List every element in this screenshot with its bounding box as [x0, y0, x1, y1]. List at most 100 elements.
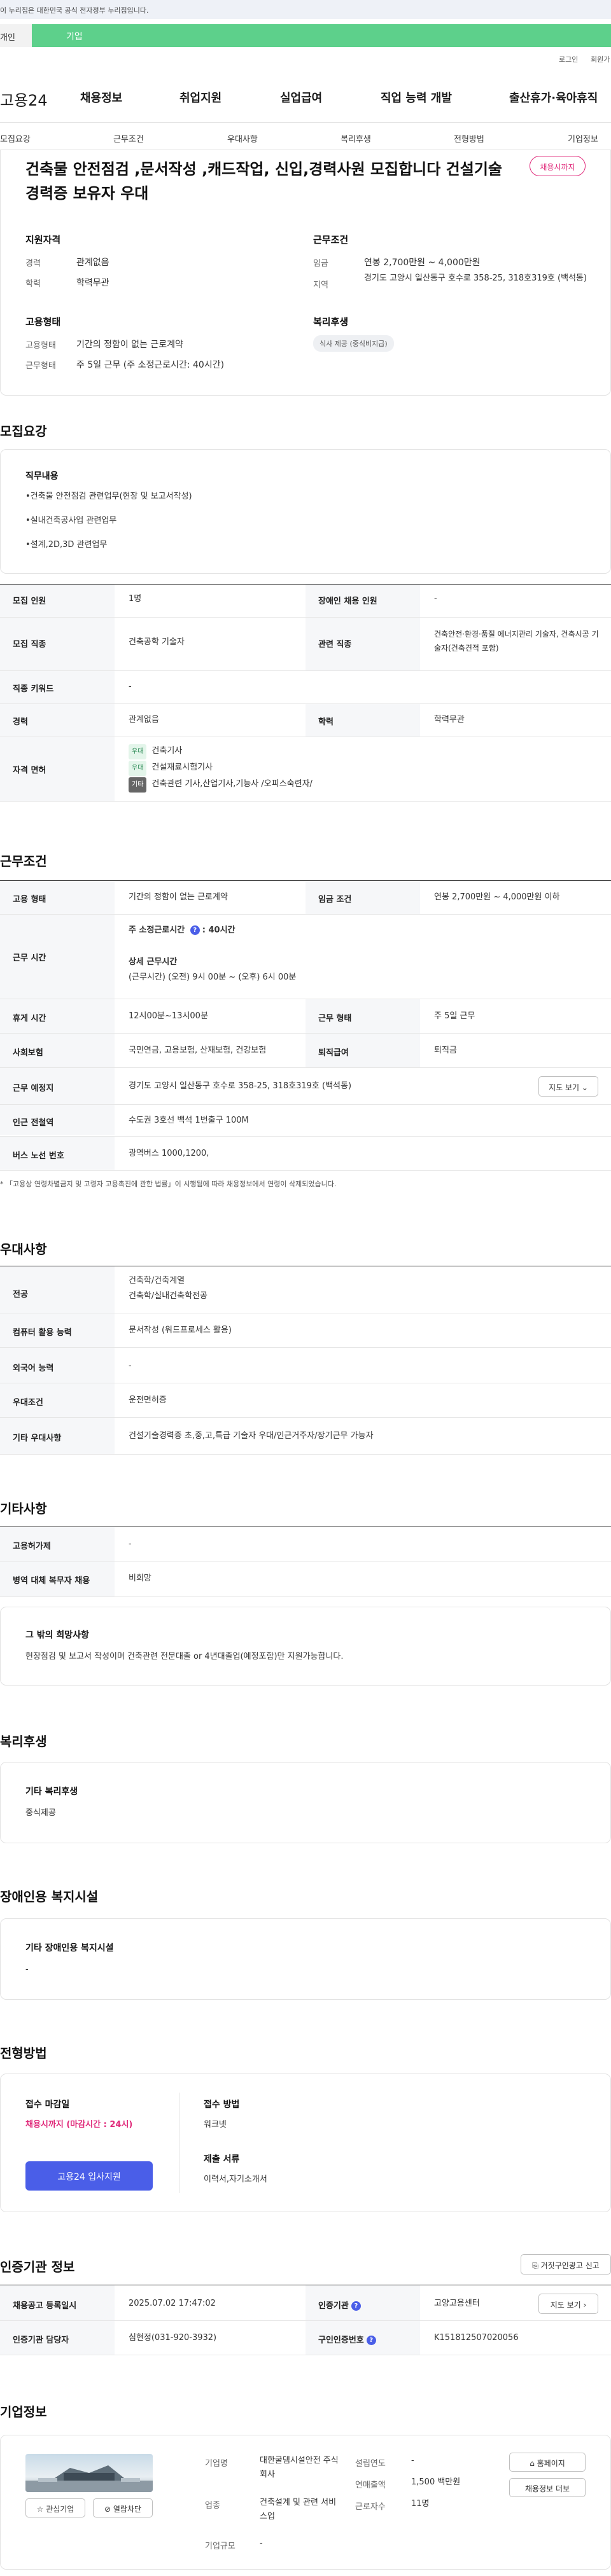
- docs-heading: 제출 서류: [204, 2154, 240, 2164]
- gnb-item-jobs[interactable]: 채용정보: [80, 89, 122, 106]
- edu-row-label: 학력: [318, 717, 334, 727]
- size-label: 기업규모: [205, 2542, 235, 2551]
- other-head-bg: [0, 1527, 115, 1597]
- rest-value: 12시00분~13시00분: [129, 1011, 208, 1021]
- more-jobs-label: 채용정보 더보: [524, 2484, 570, 2493]
- number-label-text: 구인인증번호: [318, 2336, 364, 2345]
- site-logo[interactable]: 고용24: [0, 88, 48, 110]
- subnav-company[interactable]: 기업정보: [568, 132, 598, 144]
- help-icon[interactable]: ?: [190, 925, 200, 935]
- emp-label: 고용 형태: [13, 895, 46, 904]
- education-label: 학력: [25, 279, 41, 289]
- related-label: 관련 직종: [318, 640, 352, 649]
- star-icon: ☆: [36, 2505, 44, 2514]
- retire-value: 퇴직금: [434, 1046, 457, 1055]
- user-type-tabs: 개인 기업: [0, 24, 611, 47]
- other-section-title: 기타사항: [0, 1501, 47, 1516]
- employment-type-label: 고용형태: [25, 341, 56, 350]
- job-title: 건축물 안전점검 ,문서작성 ,캐드작업, 신입,경력사원 모집합니다 건설기술…: [25, 160, 502, 202]
- gnb-item-employment-support[interactable]: 취업지원: [179, 89, 221, 106]
- chevron-down-icon: ⌄: [581, 1083, 588, 1092]
- weekly-hours-text: 주 소정근로시간: [129, 925, 188, 935]
- wish-card: [0, 1607, 611, 1686]
- major-value: 건축학/실내건축학전공: [129, 1291, 207, 1301]
- company-name-value: 대한굴뎀시설안전 주식회사: [260, 2456, 339, 2479]
- welfare-card-heading: 기타 복리후생: [25, 1787, 78, 1797]
- license-tag: 우대: [129, 744, 147, 759]
- license-name: 건축관련 기사,산업기사,기능사 /오피스숙련자/: [151, 779, 313, 789]
- emp-value: 기간의 정함이 없는 근로계약: [129, 892, 228, 902]
- reg-label: 채용공고 등록일시: [13, 2301, 77, 2311]
- gnb-item-training[interactable]: 직업 능력 개발: [381, 89, 452, 106]
- more-jobs-button[interactable]: 채용정보 더보: [509, 2478, 586, 2497]
- welfare-section-title: 복리후생: [0, 1734, 47, 1749]
- gov-banner-text: 이 누리집은 대한민국 공식 전자정부 누리집입니다.: [0, 6, 149, 15]
- favorite-company-button[interactable]: ☆ 관심기업: [25, 2498, 85, 2517]
- weekly-hours: 주 소정근로시간 ?: 40시간: [129, 924, 235, 938]
- table-row: [0, 2320, 611, 2321]
- tab-business[interactable]: 기업: [32, 24, 611, 47]
- edu-row-value: 학력무관: [434, 715, 465, 724]
- company-image: [25, 2454, 153, 2492]
- job-label: 모집 직종: [13, 640, 46, 649]
- gnb-item-unemployment-benefit[interactable]: 실업급여: [280, 89, 322, 106]
- duty-item: •설계,2D,3D 관련업무: [25, 540, 108, 550]
- insurance-label: 사회보험: [13, 1048, 43, 1058]
- report-button-label: 거짓구인광고 신고: [540, 2261, 600, 2270]
- cond-value: 운전면허증: [129, 1395, 167, 1405]
- table-row: [0, 1033, 611, 1034]
- employment-type-value: 기간의 정함이 없는 근로계약: [76, 340, 183, 350]
- subway-value: 수도권 3호선 백석 1번출구 100M: [129, 1116, 249, 1125]
- tab-business-label: 기업: [66, 32, 83, 42]
- report-button[interactable]: ⎘ 거짓구인광고 신고: [521, 2254, 611, 2275]
- map-button[interactable]: 지도 보기 ⌄: [538, 1076, 598, 1097]
- subnav-recruit[interactable]: 모집요강: [0, 132, 31, 144]
- staff-label: 근로자수: [355, 2502, 386, 2512]
- detail-value: (근무시간) (오전) 9시 00분 ~ (오후) 6시 00분: [129, 973, 297, 982]
- company-name-label: 기업명: [205, 2459, 228, 2469]
- help-icon[interactable]: ?: [351, 2301, 361, 2311]
- cert-section-title: 인증기관 정보: [0, 2259, 75, 2275]
- license-item: 기타 건축관련 기사,산업기사,기능사 /오피스숙련자/: [129, 777, 313, 793]
- company-section-title: 기업정보: [0, 2404, 47, 2420]
- time-label: 근무 시간: [13, 953, 46, 963]
- facility-card: [0, 1918, 611, 2000]
- region-value: 경기도 고양시 일산동구 호수로 358-25, 318호319호 (백석동): [364, 274, 587, 283]
- gnb-item-leave[interactable]: 출산휴가·육아휴직: [509, 89, 598, 106]
- homepage-button[interactable]: ⌂ 홈페이지: [509, 2453, 586, 2472]
- apply-button[interactable]: 고용24 입사지원: [25, 2161, 153, 2191]
- subnav-welfare[interactable]: 복리후생: [341, 132, 371, 144]
- facility-heading: 기타 장애인용 복지시설: [25, 1943, 114, 1953]
- duty-card: [0, 449, 611, 574]
- wage-value: 연봉 2,700만원 ~ 4,000만원: [364, 258, 481, 268]
- block-view-button[interactable]: ⊘ 열람차단: [93, 2498, 153, 2517]
- major-label: 전공: [13, 1290, 28, 1299]
- favorite-company-label: 관심기업: [46, 2505, 74, 2514]
- insurance-value: 국민연금, 고용보험, 산재보험, 건강보험: [129, 1046, 267, 1055]
- login-link[interactable]: 로그인: [559, 54, 578, 64]
- join-link[interactable]: 회원가: [591, 54, 610, 64]
- subnav-preference[interactable]: 우대사항: [227, 132, 258, 144]
- help-icon[interactable]: ?: [366, 2336, 376, 2345]
- wish-value: 현장점검 및 보고서 작성이며 건축관련 전문대졸 or 4년대졸업(예정포함)…: [25, 1652, 344, 1661]
- tab-individual[interactable]: 개인: [0, 24, 32, 47]
- status-badge: 채용시까지: [530, 156, 586, 176]
- conditions-head-bg: [0, 881, 115, 1135]
- subnav-process[interactable]: 전형방법: [454, 132, 484, 144]
- org-map-button[interactable]: 지도 보기 ›: [538, 2294, 598, 2314]
- place-label: 근무 예정지: [13, 1084, 54, 1093]
- manager-value: 심현정(031-920-3932): [129, 2333, 217, 2343]
- method-value: 워크넷: [204, 2120, 227, 2129]
- disabled-value: -: [434, 594, 437, 604]
- chevron-right-icon: ›: [583, 2301, 587, 2309]
- region-label: 지역: [313, 280, 328, 290]
- process-section-title: 전형방법: [0, 2046, 47, 2061]
- founded-value: -: [411, 2456, 414, 2465]
- staff-value: 11명: [411, 2499, 430, 2509]
- career-row-value: 관계없음: [129, 715, 159, 724]
- subnav-conditions[interactable]: 근무조건: [113, 132, 144, 144]
- table-row: [0, 801, 611, 802]
- sales-label: 연매출액: [355, 2481, 386, 2490]
- major-value: 건축학/건축계열: [129, 1276, 185, 1285]
- org-value: 고양고용센터: [434, 2299, 480, 2308]
